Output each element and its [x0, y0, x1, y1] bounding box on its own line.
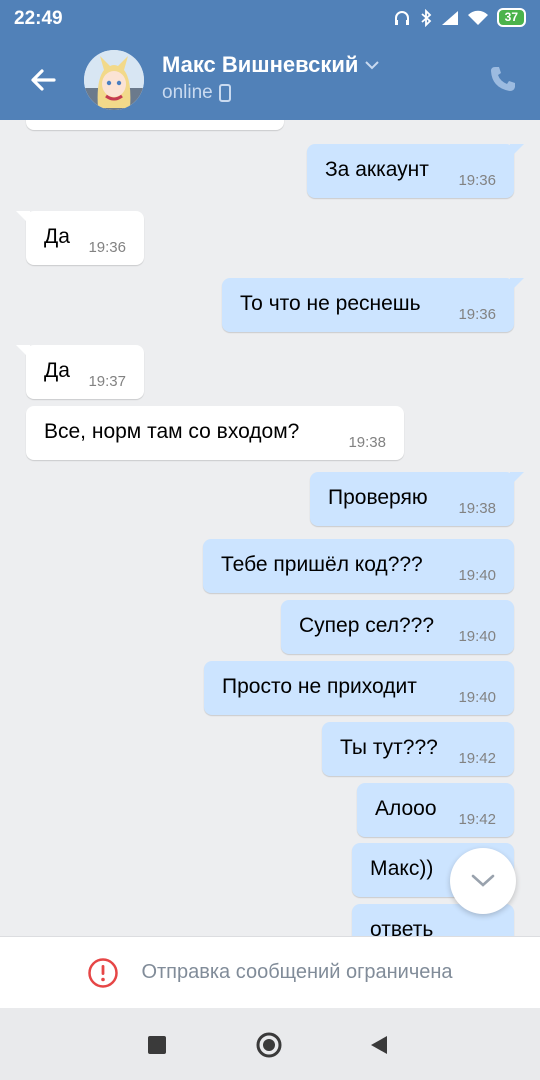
message-bubble-incoming[interactable]: Все, норм там со входом? 19:38 — [26, 406, 404, 460]
message-text: Просто не приходит — [222, 675, 417, 698]
message-text: Супер сел??? — [299, 614, 435, 637]
phone-icon[interactable] — [488, 64, 518, 94]
message-time: 19:40 — [458, 567, 496, 584]
bubble-tail — [510, 278, 524, 292]
triangle-back-icon — [371, 1036, 387, 1054]
message-time: 19:38 — [458, 500, 496, 517]
contact-name-row[interactable]: Макс Вишневский — [162, 52, 380, 78]
message-time: 19:40 — [458, 689, 496, 706]
home-button[interactable] — [252, 1028, 286, 1062]
message-bubble-partial — [26, 120, 284, 130]
mobile-device-icon — [218, 84, 231, 102]
system-nav-bar — [0, 1008, 540, 1080]
message-time: 19:42 — [458, 811, 496, 828]
message-bubble-incoming[interactable]: Да 19:36 — [16, 211, 144, 265]
restricted-label: Отправка сообщений ограничена — [141, 961, 453, 983]
message-text: ответь — [370, 918, 434, 936]
headphones-icon — [394, 10, 409, 25]
wifi-icon — [467, 10, 488, 25]
contact-name[interactable]: Макс Вишневский — [162, 52, 358, 78]
message-time: 19:38 — [348, 434, 386, 451]
message-text: Да — [44, 225, 70, 248]
avatar[interactable] — [84, 50, 144, 110]
circle-icon — [256, 1032, 282, 1058]
message-bubble-incoming[interactable]: Да 19:37 — [16, 345, 144, 399]
message-text: Проверяю — [328, 486, 428, 509]
message-time: 19:40 — [458, 628, 496, 645]
alert-icon — [88, 957, 119, 988]
bubble-tail — [16, 345, 30, 359]
chevron-down-icon — [471, 874, 495, 887]
recent-apps-button[interactable] — [140, 1028, 174, 1062]
battery-icon: 37 — [496, 8, 526, 27]
back-button[interactable] — [362, 1028, 396, 1062]
message-text: Алооо — [375, 797, 437, 820]
message-bubble-outgoing[interactable]: То что не реснешь 19:36 — [222, 278, 524, 332]
message-bubble-outgoing[interactable]: Просто не приходит 19:40 — [204, 661, 514, 715]
message-time: 19:36 — [458, 172, 496, 189]
message-text: Все, норм там со входом? — [44, 420, 300, 443]
status-icons: 37 — [393, 8, 526, 27]
message-text: Да — [44, 359, 70, 382]
bubble-tail — [510, 144, 524, 158]
back-arrow-icon[interactable] — [24, 60, 64, 100]
message-time: 19:36 — [458, 306, 496, 323]
chevron-down-icon[interactable] — [364, 60, 380, 70]
message-text: Ты тут??? — [340, 736, 438, 759]
bubble-tail — [16, 211, 30, 225]
contact-status: online — [162, 82, 231, 104]
status-bar: 22:49 37 — [0, 0, 540, 38]
message-text: За аккаунт — [325, 158, 429, 181]
message-time: 19:37 — [88, 373, 126, 390]
scroll-down-button[interactable] — [450, 848, 516, 914]
chat-header: Макс Вишневский online — [0, 38, 540, 120]
message-time: 19:42 — [458, 750, 496, 767]
message-bubble-outgoing[interactable]: Ты тут??? 19:42 — [322, 722, 514, 776]
message-bubble-outgoing[interactable]: За аккаунт 19:36 — [307, 144, 524, 198]
bubble-tail — [510, 472, 524, 486]
messaging-restricted-bar: Отправка сообщений ограничена — [0, 936, 540, 1008]
status-time: 22:49 — [14, 8, 63, 29]
square-icon — [148, 1036, 166, 1054]
message-bubble-outgoing[interactable]: Проверяю 19:38 — [310, 472, 524, 526]
message-text: Тебе пришёл код??? — [221, 553, 423, 576]
message-time: 19:36 — [88, 239, 126, 256]
message-text: Макс)) — [370, 857, 434, 880]
message-text: То что не реснешь — [240, 292, 421, 315]
message-bubble-outgoing[interactable]: Алооо 19:42 — [357, 783, 514, 837]
message-bubble-outgoing[interactable]: Супер сел??? 19:40 — [281, 600, 514, 654]
message-list[interactable]: За аккаунт 19:36 Да 19:36 То что не ресн… — [0, 120, 540, 936]
message-bubble-outgoing[interactable]: Тебе пришёл код??? 19:40 — [203, 539, 514, 593]
bluetooth-icon — [421, 8, 431, 27]
online-status: online — [162, 82, 213, 103]
signal-icon — [441, 10, 458, 25]
